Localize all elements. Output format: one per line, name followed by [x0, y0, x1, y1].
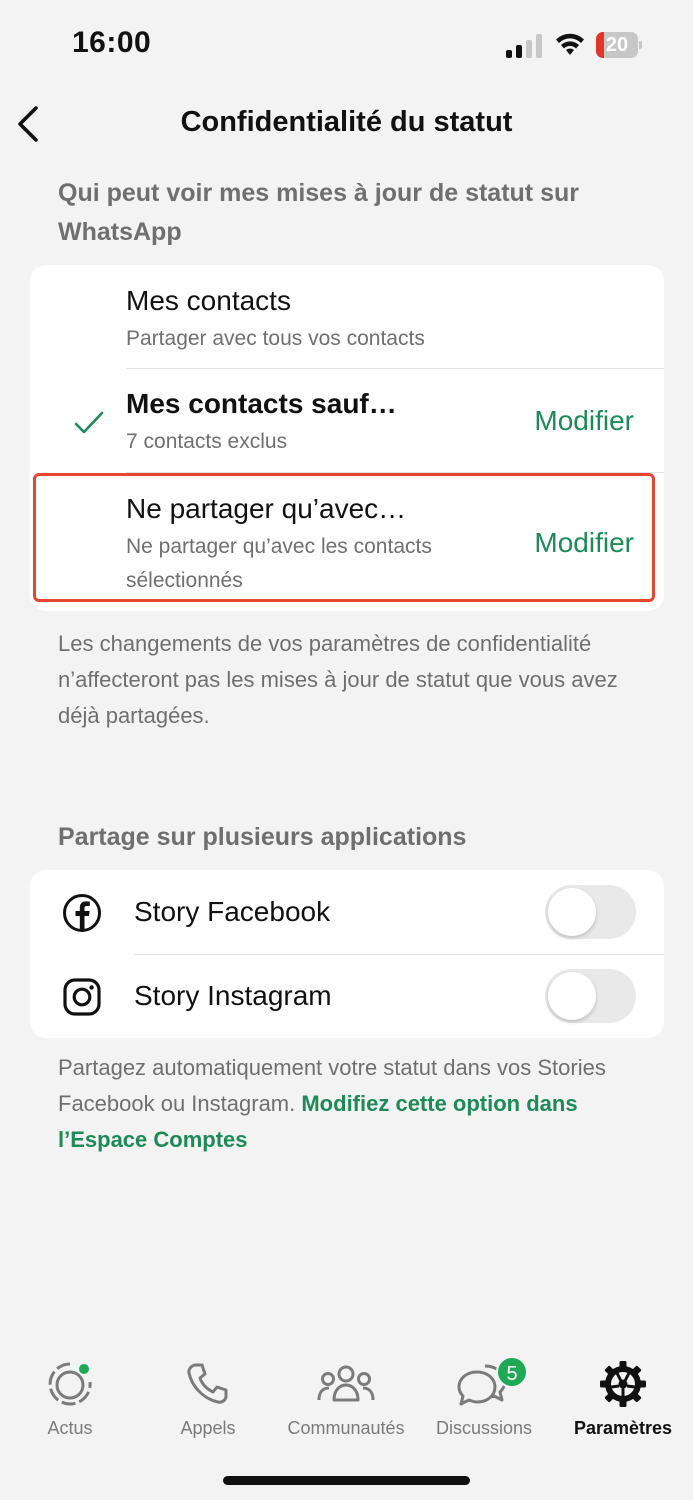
facebook-story-toggle[interactable] — [545, 885, 636, 939]
highlight-box — [33, 473, 655, 602]
tab-communautes[interactable]: Communautés — [276, 1360, 416, 1439]
cross-share-section-header: Partage sur plusieurs applications — [58, 823, 467, 851]
tab-label: Paramètres — [573, 1418, 673, 1438]
instagram-story-toggle[interactable] — [545, 969, 636, 1023]
option-title: Mes contacts sauf… — [126, 388, 397, 419]
privacy-note: Les changements de vos paramètres de con… — [58, 631, 618, 728]
checkmark-icon — [74, 411, 104, 434]
modify-button[interactable]: Modifier — [534, 405, 634, 437]
instagram-icon — [63, 978, 101, 1016]
home-indicator — [223, 1476, 470, 1485]
option-my-contacts[interactable]: Mes contacts Partager avec tous vos cont… — [30, 265, 664, 369]
row-label: Story Facebook — [134, 896, 331, 927]
page-title: Confidentialité du statut — [180, 106, 513, 138]
option-my-contacts-except[interactable]: Mes contacts sauf… 7 contacts exclus Mod… — [30, 369, 664, 473]
phone-icon — [187, 1363, 228, 1404]
option-subtitle: Partager avec tous vos contacts — [126, 327, 425, 350]
audience-section-header: Qui peut voir mes mises à jour de statut… — [58, 179, 579, 246]
tab-appels[interactable]: Appels — [138, 1360, 278, 1439]
battery-level: 20 — [605, 34, 629, 56]
row-story-instagram: Story Instagram — [30, 954, 664, 1038]
tab-label: Actus — [47, 1418, 93, 1438]
status-time: 16:00 — [72, 26, 152, 59]
cross-share-note: Partagez automatiquement votre statut da… — [58, 1050, 648, 1158]
tab-label: Communautés — [287, 1418, 405, 1438]
settings-icon — [600, 1361, 646, 1407]
row-label: Story Instagram — [134, 980, 332, 1011]
tab-parametres[interactable]: Paramètres — [553, 1360, 693, 1439]
row-story-facebook: Story Facebook — [30, 870, 664, 954]
cellular-signal-icon — [506, 34, 542, 58]
communities-icon — [317, 1365, 375, 1402]
option-subtitle: 7 contacts exclus — [126, 430, 288, 453]
tab-actus[interactable]: Actus — [0, 1360, 140, 1439]
tab-label: Discussions — [435, 1418, 533, 1438]
tab-label: Appels — [180, 1418, 236, 1438]
option-title: Mes contacts — [126, 285, 291, 316]
wifi-icon — [556, 33, 584, 55]
facebook-icon — [63, 894, 101, 932]
battery-icon: 20 — [596, 32, 642, 58]
unread-badge: 5 — [496, 1356, 528, 1388]
updates-icon — [48, 1362, 92, 1406]
tab-discussions[interactable]: 5 Discussions — [414, 1356, 554, 1439]
cross-share-card: Story Facebook Story Instagram — [30, 870, 664, 1038]
